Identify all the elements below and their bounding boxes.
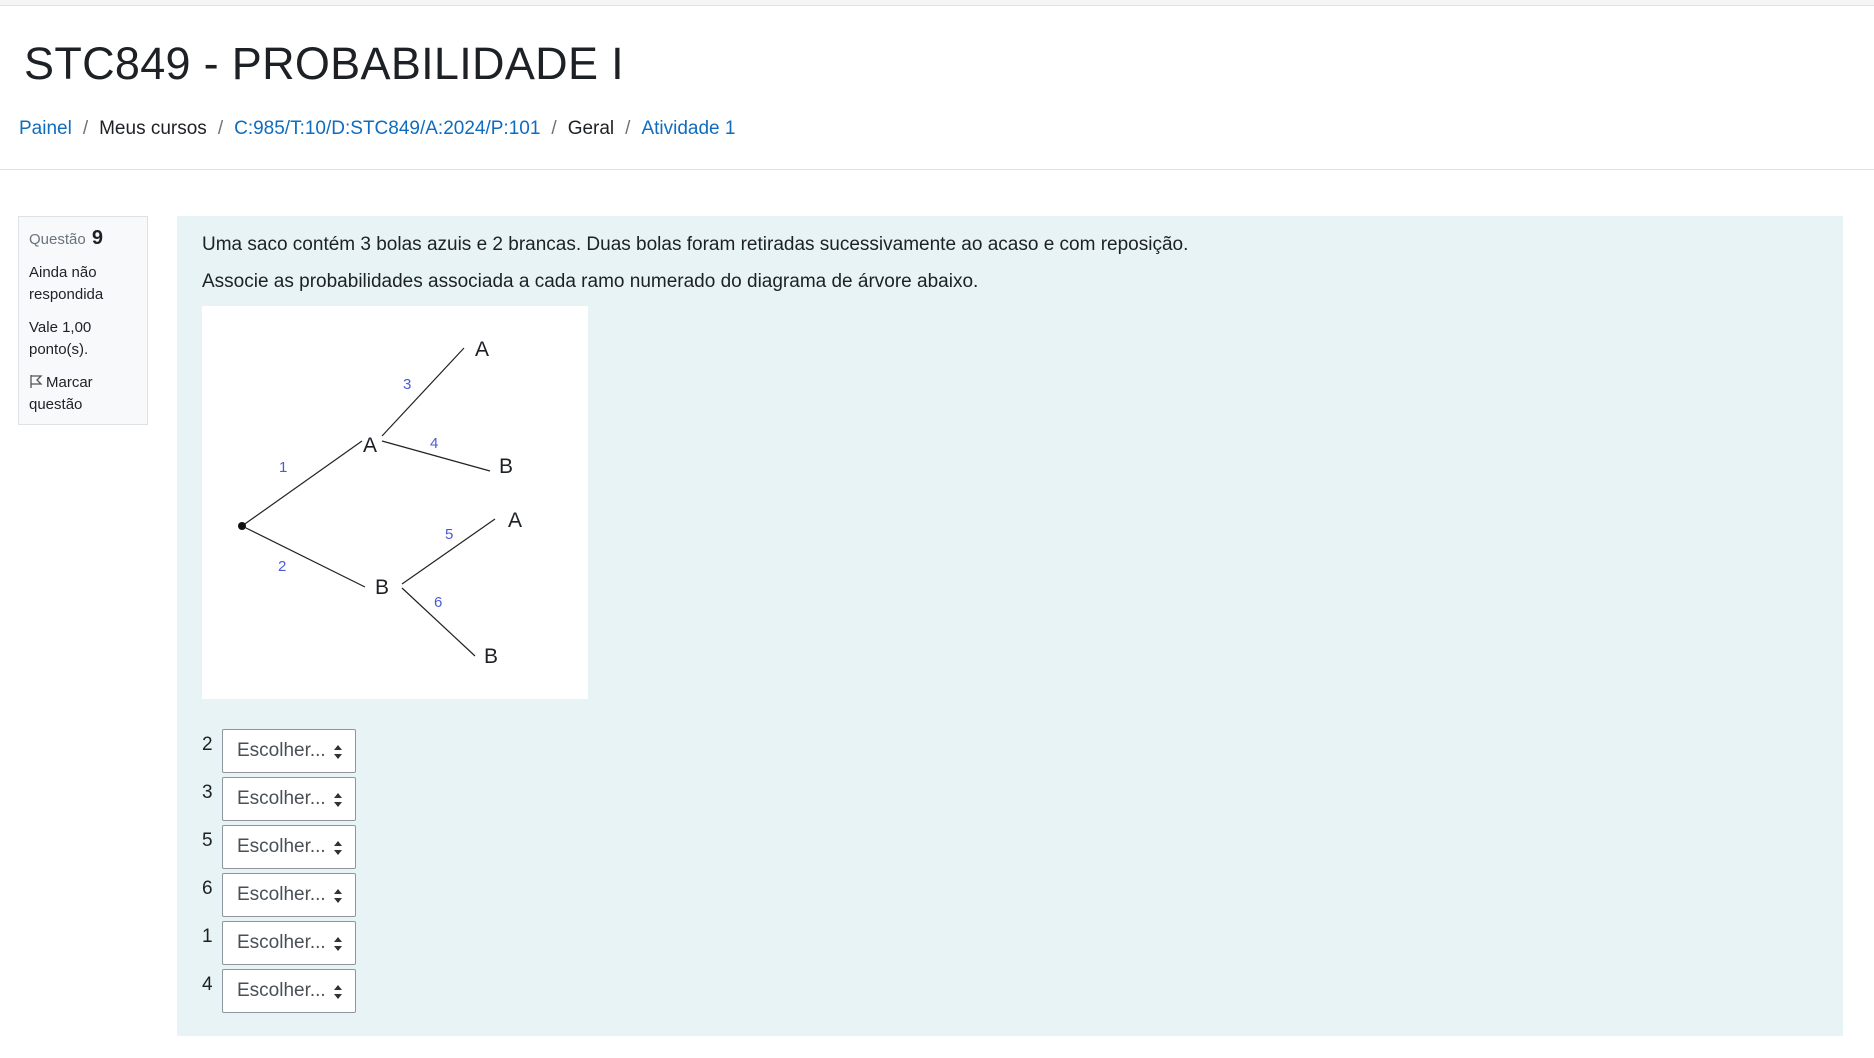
question-text-1: Uma saco contém 3 bolas azuis e 2 branca… <box>202 234 1189 255</box>
branch-label-1: 1 <box>279 459 287 476</box>
branch-label-2: 2 <box>278 558 286 575</box>
breadcrumb-separator: / <box>625 118 631 139</box>
breadcrumb-course[interactable]: C:985/T:10/D:STC849/A:2024/P:101 <box>234 118 540 140</box>
answer-select[interactable]: Escolher... <box>222 969 356 1013</box>
branch-line-3 <box>381 347 465 437</box>
select-value: Escolher... <box>237 980 326 1001</box>
answer-select[interactable]: Escolher... <box>222 777 356 821</box>
question-grade: Vale 1,00 ponto(s). <box>29 319 92 358</box>
node-label-b3: B <box>484 645 498 668</box>
answer-number: 3 <box>202 782 213 803</box>
breadcrumb-separator: / <box>82 118 89 139</box>
answer-row: 3 Escolher... <box>202 777 356 821</box>
select-value: Escolher... <box>237 740 326 761</box>
node-label-a3: A <box>508 509 522 532</box>
question-number-label: Questão <box>29 231 86 248</box>
answer-row: 6 Escolher... <box>202 873 356 917</box>
select-arrows-icon <box>334 985 342 999</box>
select-arrows-icon <box>334 937 342 951</box>
answer-number: 2 <box>202 734 213 755</box>
answer-row: 4 Escolher... <box>202 969 356 1013</box>
select-arrows-icon <box>334 793 342 807</box>
question-content: Uma saco contém 3 bolas azuis e 2 branca… <box>177 216 1843 1036</box>
question-text-2: Associe as probabilidades associada a ca… <box>202 271 979 292</box>
answer-select[interactable]: Escolher... <box>222 729 356 773</box>
node-label-a1: A <box>363 434 377 457</box>
select-value: Escolher... <box>237 932 326 953</box>
flag-question-toggle[interactable]: Marcar questão <box>29 372 141 416</box>
breadcrumb-atividade[interactable]: Atividade 1 <box>641 118 735 140</box>
breadcrumb-meus-cursos: Meus cursos <box>99 118 207 139</box>
question-number-value: 9 <box>91 227 104 249</box>
question-number: Questão 9 <box>29 227 103 250</box>
branch-label-5: 5 <box>445 526 453 543</box>
root-node <box>238 522 246 530</box>
node-label-b1: B <box>375 576 389 599</box>
tree-diagram-svg: A B A B A B 1 2 3 4 5 6 <box>238 338 522 668</box>
page-header: STC849 - PROBABILIDADE I Painel / Meus c… <box>0 6 1874 170</box>
answer-number: 6 <box>202 878 213 899</box>
breadcrumb-separator: / <box>217 118 224 139</box>
breadcrumb-separator: / <box>551 118 557 139</box>
breadcrumb-geral: Geral <box>567 118 615 139</box>
node-label-b2: B <box>499 455 513 478</box>
select-arrows-icon <box>334 745 342 759</box>
answer-row: 2 Escolher... <box>202 729 356 773</box>
select-value: Escolher... <box>237 788 326 809</box>
select-value: Escolher... <box>237 884 326 905</box>
tree-diagram: A B A B A B 1 2 3 4 5 6 <box>202 306 588 699</box>
flag-icon <box>30 375 43 388</box>
branch-label-4: 4 <box>430 435 438 452</box>
answer-select[interactable]: Escolher... <box>222 873 356 917</box>
branch-label-6: 6 <box>434 594 442 611</box>
branch-line-1 <box>241 440 363 527</box>
answer-select[interactable]: Escolher... <box>222 825 356 869</box>
answer-number: 5 <box>202 830 213 851</box>
breadcrumb: Painel / Meus cursos / C:985/T:10/D:STC8… <box>19 118 735 140</box>
answer-number: 1 <box>202 926 213 947</box>
page-title: STC849 - PROBABILIDADE I <box>24 38 624 89</box>
answer-row: 5 Escolher... <box>202 825 356 869</box>
answer-number: 4 <box>202 974 213 995</box>
answer-row: 1 Escolher... <box>202 921 356 965</box>
question-info-panel: Questão 9 Ainda não respondida Vale 1,00… <box>18 216 148 425</box>
answer-select[interactable]: Escolher... <box>222 921 356 965</box>
select-value: Escolher... <box>237 836 326 857</box>
breadcrumb-painel[interactable]: Painel <box>19 118 72 140</box>
node-label-a2: A <box>475 338 489 361</box>
select-arrows-icon <box>334 889 342 903</box>
branch-label-3: 3 <box>403 376 411 393</box>
question-state: Ainda não respondida <box>29 264 104 303</box>
branch-line-2 <box>241 525 366 588</box>
select-arrows-icon <box>334 841 342 855</box>
